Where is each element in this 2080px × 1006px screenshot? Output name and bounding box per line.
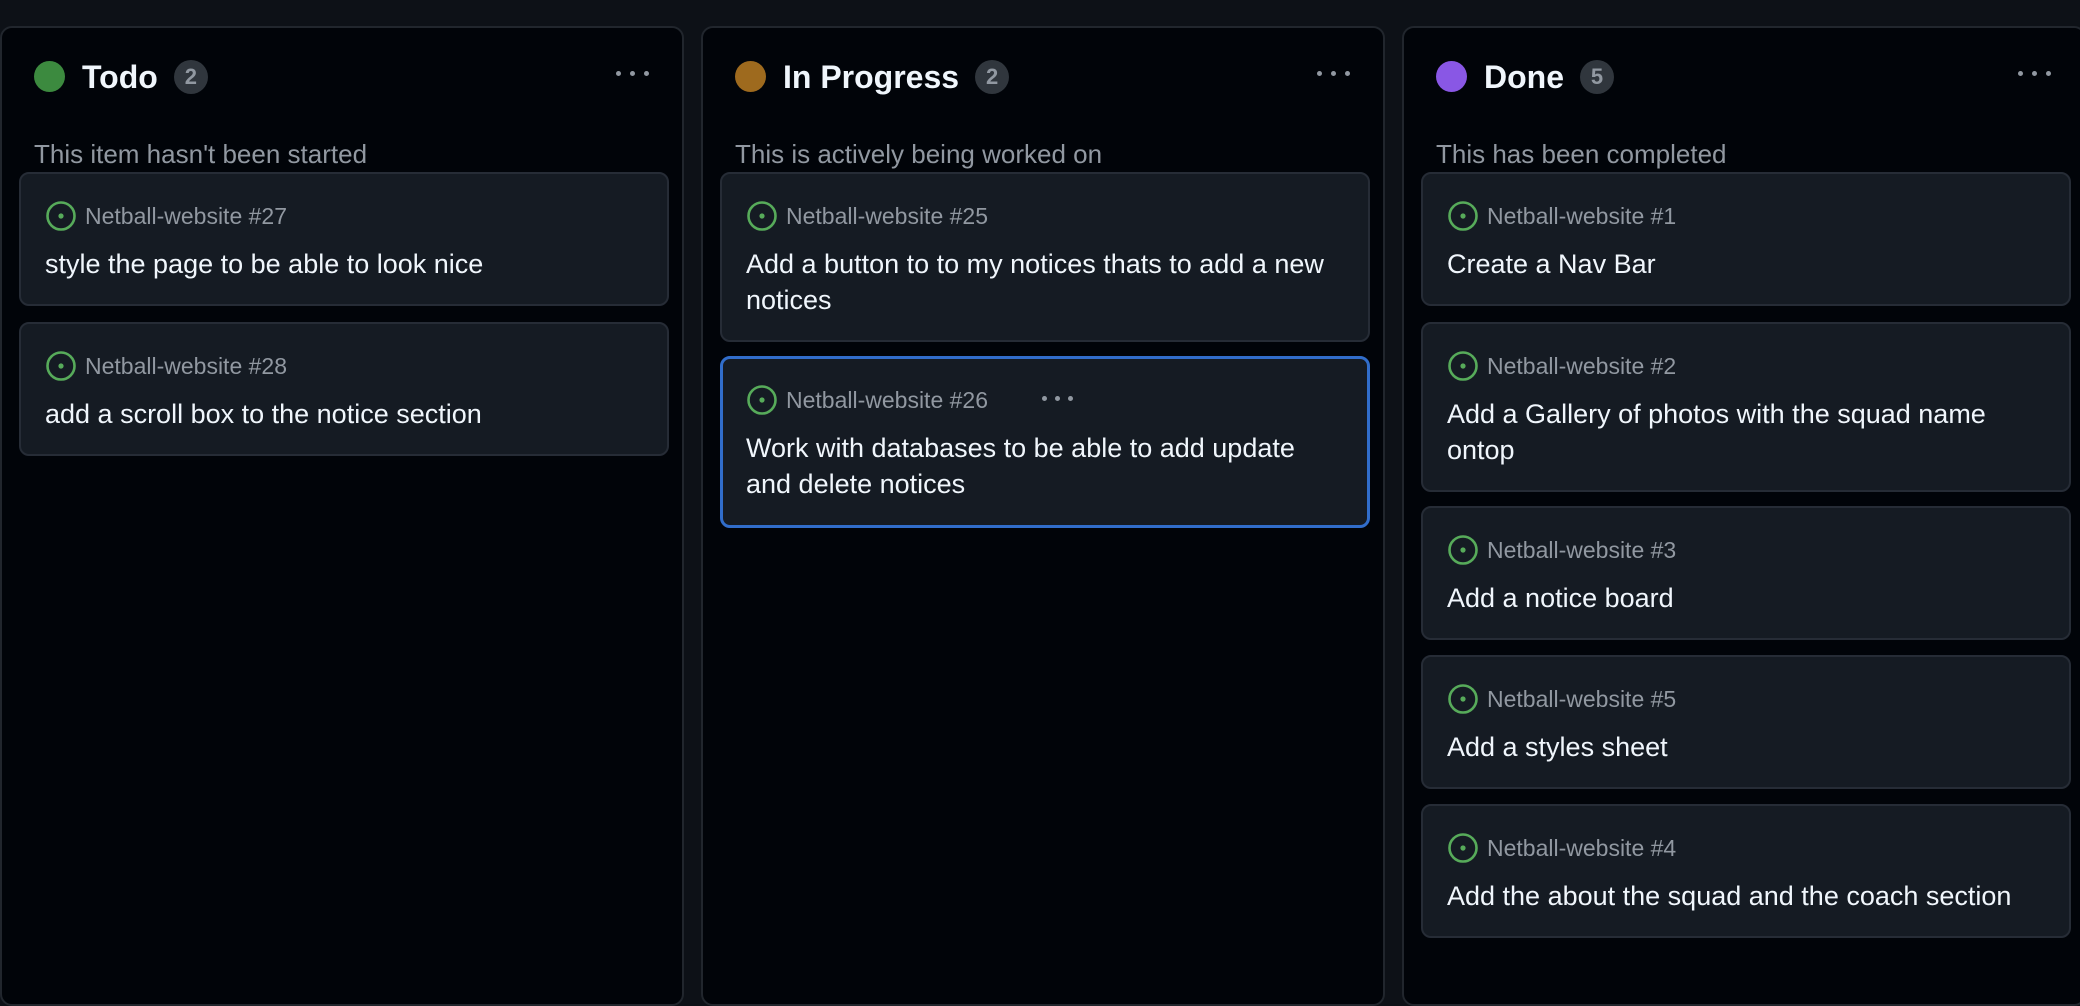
issue-opened-icon [1448, 833, 1478, 863]
item-count-badge: 2 [173, 59, 208, 94]
column-in-progress: In Progress 2 This is actively being work… [701, 26, 1385, 1006]
issue-card-3[interactable]: Netball-website #3 Add a notice board [1421, 506, 2071, 640]
column-title: Done 5 [1484, 58, 1614, 97]
card-title[interactable]: Add the about the squad and the coach se… [1447, 878, 2047, 914]
column-title: Todo 2 [82, 58, 208, 97]
issue-opened-icon [747, 201, 777, 231]
issue-card-26-selected[interactable]: Netball-website #26 Work with databases … [720, 356, 1370, 528]
issue-opened-icon [46, 201, 76, 231]
card-repo-link[interactable]: Netball-website #4 [1487, 833, 1676, 863]
issue-opened-icon [1448, 351, 1478, 381]
column-header: In Progress 2 This is actively being work… [703, 28, 1383, 178]
card-repo-link[interactable]: Netball-website #2 [1487, 351, 1676, 381]
card-title[interactable]: add a scroll box to the notice section [45, 396, 645, 432]
column-description: This is actively being worked on [735, 139, 1103, 169]
project-board: Todo 2 This item hasn't been started Netb… [0, 0, 2080, 1006]
card-repo-link[interactable]: Netball-website #1 [1487, 201, 1676, 231]
card-repo-link[interactable]: Netball-website #3 [1487, 535, 1676, 565]
column-more-options-icon[interactable] [614, 64, 652, 84]
issue-opened-icon [46, 351, 76, 381]
status-dot-done [1436, 61, 1467, 92]
card-repo-link[interactable]: Netball-website #27 [85, 201, 287, 231]
issue-card-27[interactable]: Netball-website #27 style the page to be… [19, 172, 669, 306]
issue-card-1[interactable]: Netball-website #1 Create a Nav Bar [1421, 172, 2071, 306]
issue-opened-icon [747, 385, 777, 415]
card-repo-link[interactable]: Netball-website #5 [1487, 684, 1676, 714]
issue-opened-icon [1448, 684, 1478, 714]
card-title[interactable]: Add a Gallery of photos with the squad n… [1447, 396, 2047, 468]
column-done: Done 5 This has been completed Netball-we… [1402, 26, 2080, 1006]
card-title[interactable]: Create a Nav Bar [1447, 246, 2047, 282]
item-count-badge: 2 [975, 59, 1010, 94]
status-dot-in-progress [735, 61, 766, 92]
issue-card-2[interactable]: Netball-website #2 Add a Gallery of phot… [1421, 322, 2071, 492]
card-repo-link[interactable]: Netball-website #26 [786, 385, 988, 415]
issue-card-5[interactable]: Netball-website #5 Add a styles sheet [1421, 655, 2071, 789]
column-header: Todo 2 This item hasn't been started [2, 28, 682, 178]
issue-card-4[interactable]: Netball-website #4 Add the about the squ… [1421, 804, 2071, 938]
issue-card-28[interactable]: Netball-website #28 add a scroll box to … [19, 322, 669, 456]
column-title: In Progress 2 [783, 58, 1010, 97]
column-more-options-icon[interactable] [2016, 64, 2054, 84]
column-todo: Todo 2 This item hasn't been started Netb… [0, 26, 684, 1006]
column-description: This has been completed [1436, 139, 1727, 169]
card-title[interactable]: Add a button to to my notices thats to a… [746, 246, 1346, 318]
issue-opened-icon [1448, 535, 1478, 565]
column-description: This item hasn't been started [34, 139, 368, 169]
card-title[interactable]: Add a styles sheet [1447, 729, 2047, 765]
card-repo-link[interactable]: Netball-website #28 [85, 351, 287, 381]
column-more-options-icon[interactable] [1315, 64, 1353, 84]
item-count-badge: 5 [1580, 59, 1614, 94]
issue-opened-icon [1448, 201, 1478, 231]
column-header: Done 5 This has been completed [1404, 28, 2080, 178]
issue-card-25[interactable]: Netball-website #25 Add a button to to m… [720, 172, 1370, 342]
card-title[interactable]: Work with databases to be able to add up… [746, 430, 1346, 502]
card-repo-link[interactable]: Netball-website #25 [786, 201, 988, 231]
card-more-options-icon[interactable] [1041, 389, 1077, 409]
card-title[interactable]: Add a notice board [1447, 580, 2047, 616]
card-title[interactable]: style the page to be able to look nice [45, 246, 645, 282]
status-dot-todo [34, 61, 65, 92]
